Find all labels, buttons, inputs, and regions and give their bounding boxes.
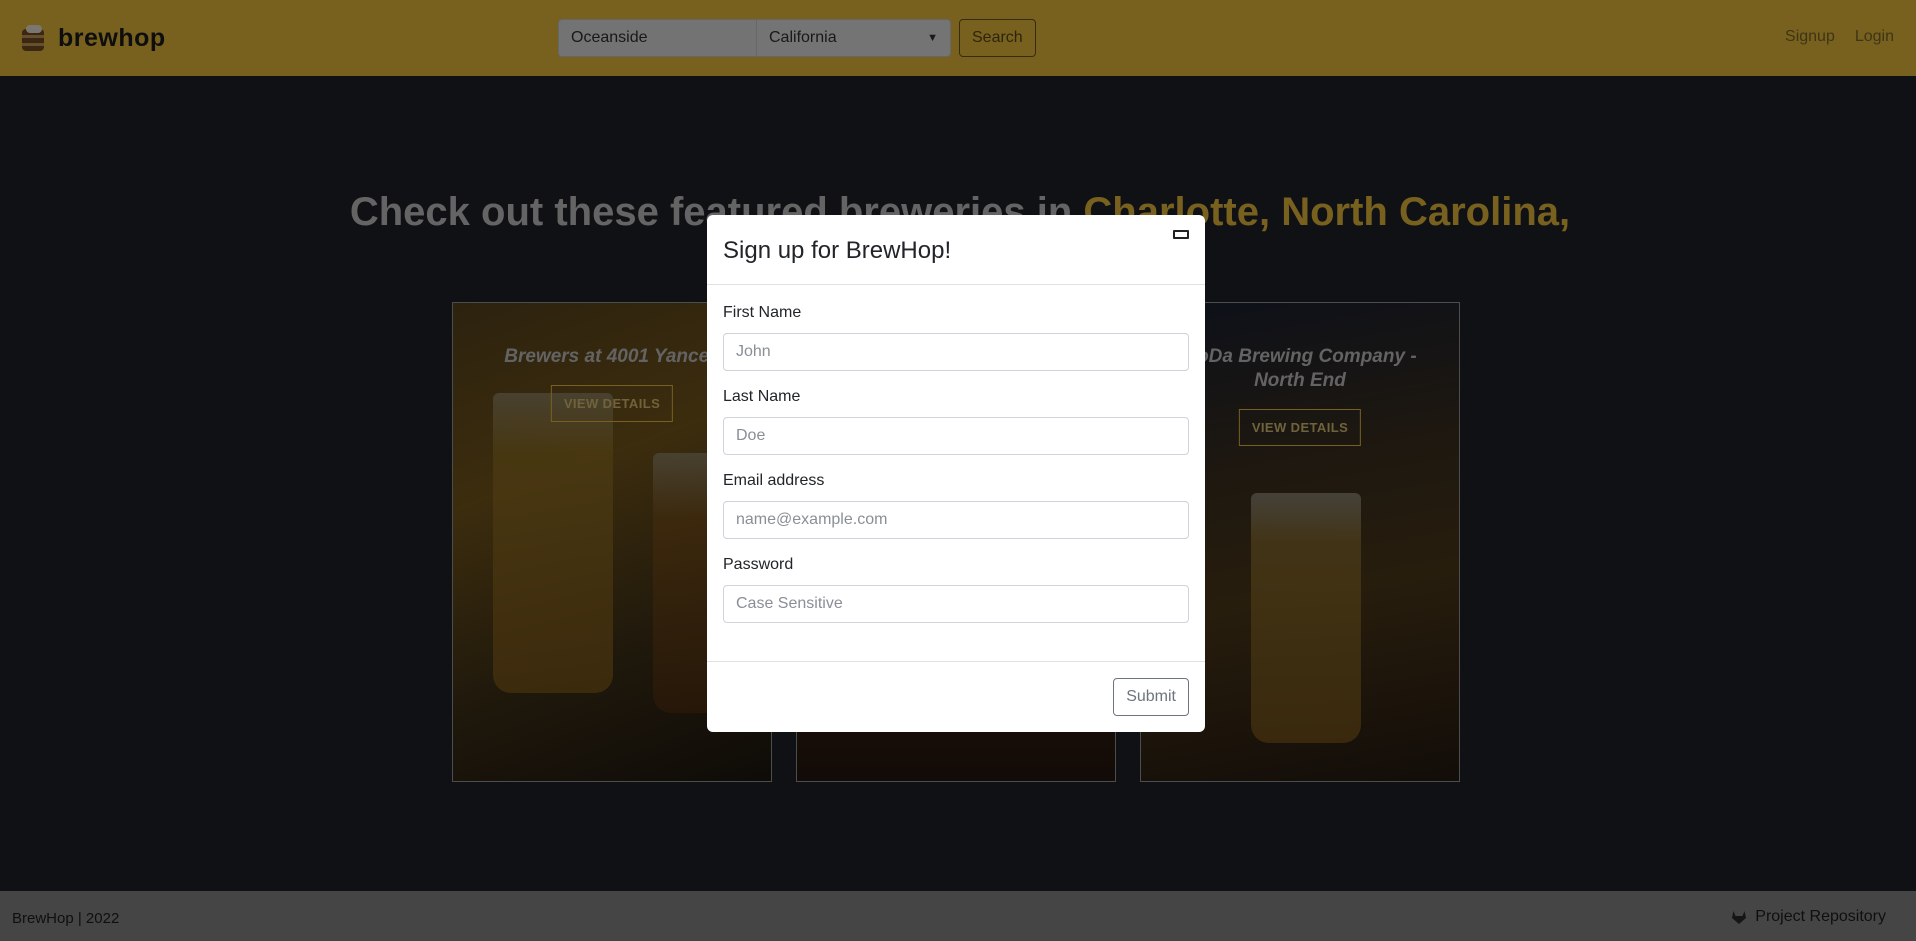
email-group: Email address: [723, 471, 1189, 539]
first-name-input[interactable]: [723, 333, 1189, 371]
password-input[interactable]: [723, 585, 1189, 623]
close-icon[interactable]: [1173, 230, 1189, 239]
signup-modal: Sign up for BrewHop! First Name Last Nam…: [707, 215, 1205, 732]
submit-button[interactable]: Submit: [1113, 678, 1189, 716]
last-name-group: Last Name: [723, 387, 1189, 455]
password-label: Password: [723, 556, 794, 573]
email-input[interactable]: [723, 501, 1189, 539]
modal-header: Sign up for BrewHop!: [707, 215, 1205, 285]
modal-title: Sign up for BrewHop!: [723, 237, 952, 264]
signup-form: First Name Last Name Email address Passw…: [723, 303, 1189, 639]
modal-footer: Submit: [707, 661, 1205, 732]
last-name-label: Last Name: [723, 388, 801, 405]
first-name-group: First Name: [723, 303, 1189, 371]
email-label: Email address: [723, 472, 825, 489]
first-name-label: First Name: [723, 304, 802, 321]
last-name-input[interactable]: [723, 417, 1189, 455]
password-group: Password: [723, 555, 1189, 623]
